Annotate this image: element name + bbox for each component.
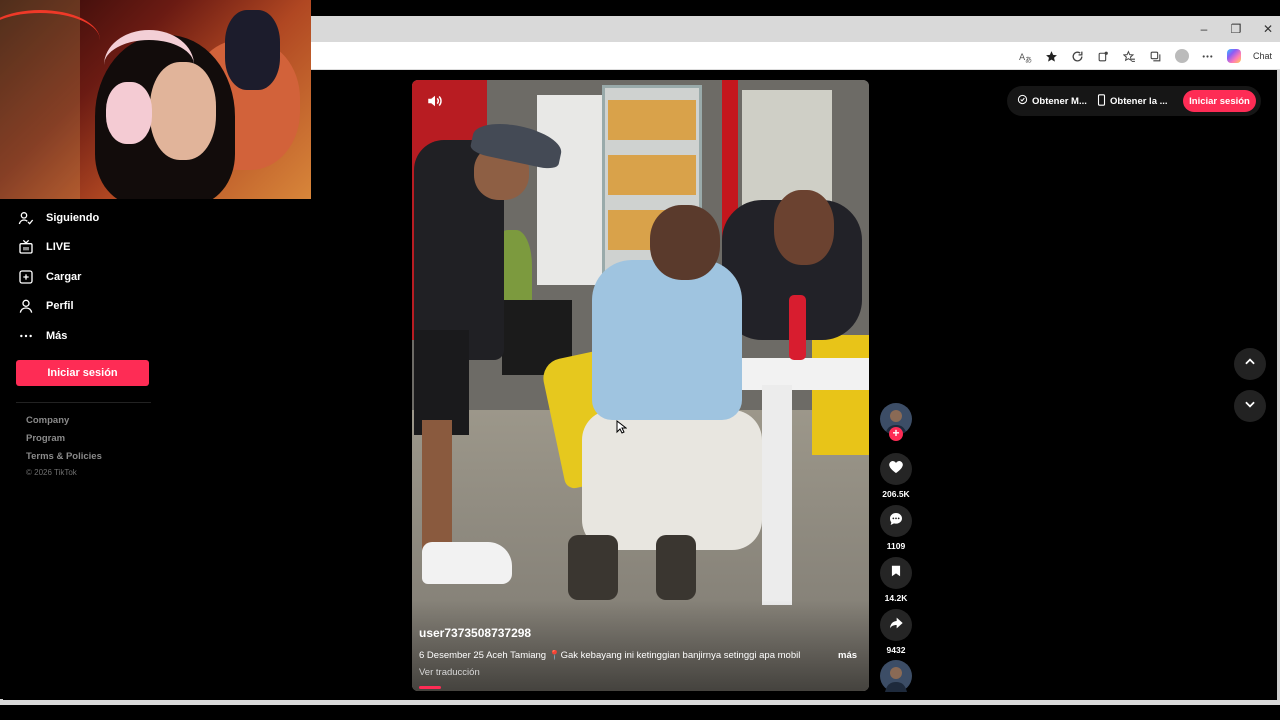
comment-button[interactable] [880,505,912,537]
previous-video-button[interactable] [1234,348,1266,380]
see-translation-link[interactable]: Ver traducción [419,667,480,678]
video-person-seated-boot [568,535,618,600]
browser-profile-avatar[interactable] [1174,49,1189,63]
webcam-neon-light [0,10,100,70]
sidebar-divider [16,402,151,403]
video-scene-table-leg [762,385,792,605]
video-description: 6 Desember 25 Aceh Tamiang 📍Gak kebayang… [419,650,801,661]
video-person-seated [592,260,742,420]
video-scene-chair [812,335,869,455]
copilot-icon[interactable] [1226,49,1241,63]
music-disc-avatar[interactable] [880,660,912,692]
header-login-button[interactable]: Iniciar sesión [1183,90,1256,112]
webcam-headset-earcup [106,82,152,144]
sidebar-item-label: Siguiendo [46,212,100,224]
sidebar-item-following[interactable]: Siguiendo [18,208,99,228]
chevron-up-icon [1243,355,1257,374]
save-button[interactable] [880,557,912,589]
streamer-webcam [0,0,311,199]
sidebar-item-label: Cargar [46,271,82,283]
video-player[interactable]: user7373508737298 6 Desember 25 Aceh Tam… [412,80,869,691]
like-count: 206.5K [882,489,910,499]
footer-copyright: © 2026 TikTok [26,468,77,477]
video-person-seated-boot [656,535,696,600]
video-person-seated-pants [582,410,762,550]
save-count: 14.2K [884,593,908,603]
next-video-button[interactable] [1234,390,1266,422]
coins-icon [1017,94,1028,108]
svg-text:あ: あ [1025,56,1032,63]
video-progress-bar[interactable] [419,686,441,689]
video-person-left-shoe [422,542,512,584]
chevron-down-icon [1243,397,1257,416]
top-actions-bar: Obtener M... Obtener la ... Iniciar sesi… [1007,86,1261,116]
get-coins-link[interactable]: Obtener M... [1017,86,1087,116]
profile-icon [18,298,34,314]
restore-button[interactable]: ❐ [1230,22,1242,36]
bookmark-icon [889,564,903,583]
comment-icon [888,511,904,532]
footer-link-program[interactable]: Program [26,433,65,444]
sidebar-item-more[interactable]: Más [18,326,67,346]
sidebar-login-button[interactable]: Iniciar sesión [16,360,149,386]
favorite-star-icon[interactable] [1045,49,1059,63]
volume-icon[interactable] [426,92,444,110]
browser-toolbar: Aあ Chat [1019,42,1272,70]
footer-link-terms[interactable]: Terms & Policies [26,451,102,462]
translate-icon[interactable]: Aあ [1019,49,1033,63]
see-more-link[interactable]: más [838,650,857,661]
window-controls: – ❐ ✕ [1198,16,1274,42]
sidebar-item-label: LIVE [46,241,71,253]
more-dots-icon [18,328,34,344]
close-window-button[interactable]: ✕ [1262,22,1274,36]
sidebar: Siguiendo LIVE Cargar Perfil Más Iniciar… [0,199,311,699]
sidebar-item-upload[interactable]: Cargar [18,267,81,287]
sidebar-item-profile[interactable]: Perfil [18,296,74,316]
video-author-username[interactable]: user7373508737298 [419,626,531,640]
video-scene-shelf-goods [608,155,696,195]
live-tv-icon [18,239,34,255]
mouse-cursor-icon [616,420,627,434]
video-scene-shelf-goods [608,100,696,140]
sidebar-item-label: Perfil [46,300,74,312]
share-arrow-icon [888,615,904,636]
comment-count: 1109 [886,541,906,551]
footer-link-company[interactable]: Company [26,415,69,426]
video-scene-wall [537,95,602,285]
share-button[interactable] [880,609,912,641]
favorites-list-icon[interactable] [1123,49,1137,63]
video-caption-shade [412,600,869,691]
sidebar-item-label: Más [46,330,68,342]
refresh-extension-icon[interactable] [1071,49,1085,63]
video-person-seated-head [650,205,720,280]
chat-label[interactable]: Chat [1253,51,1272,61]
video-scene-soda-bottle [789,295,806,360]
get-app-label: Obtener la ... [1110,95,1168,107]
webcam-plush-toy-dark [225,10,280,90]
sidebar-item-live[interactable]: LIVE [18,237,70,257]
browser-menu-icon[interactable] [1201,49,1215,63]
heart-icon [888,459,904,480]
collections-icon[interactable] [1149,49,1163,63]
upload-icon [18,269,34,285]
video-person-left-leg [422,420,452,550]
get-coins-label: Obtener M... [1032,95,1087,107]
video-person-right-head [774,190,834,265]
extensions-icon[interactable] [1097,49,1111,63]
follow-plus-button[interactable]: + [889,427,903,441]
minimize-button[interactable]: – [1198,22,1210,36]
get-app-link[interactable]: Obtener la ... [1097,86,1168,116]
following-icon [18,210,34,226]
window-bottom-border [0,700,1280,705]
like-button[interactable] [880,453,912,485]
share-count: 9432 [886,645,906,655]
phone-icon [1097,93,1106,109]
